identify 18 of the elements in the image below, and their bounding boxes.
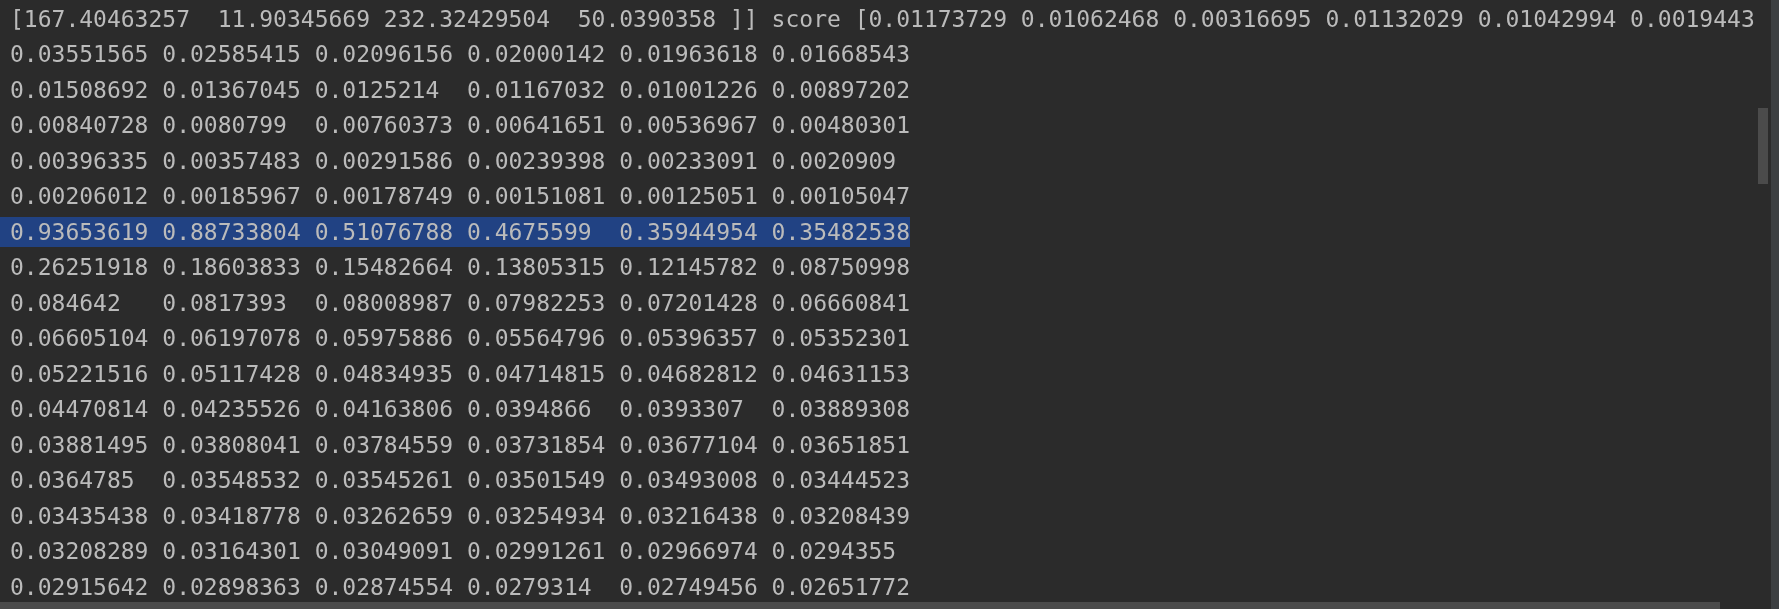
output-line: 0.26251918 0.18603833 0.15482664 0.13805315 0.12145782 0.08750998 (10, 253, 911, 283)
output-line: 0.00206012 0.00185967 0.00178749 0.00151081 0.00125051 0.00105047 (10, 182, 911, 212)
output-line: 0.00396335 0.00357483 0.00291586 0.00239398 0.00233091 0.0020909 (10, 146, 897, 176)
output-line: 0.01508692 0.01367045 0.0125214 0.01167032 0.01001226 0.00897202 (10, 75, 911, 105)
output-line: 0.06605104 0.06197078 0.05975886 0.05564796 0.05396357 0.05352301 (10, 324, 911, 354)
output-line: 0.02915642 0.02898363 0.02874554 0.0279314 0.02749456 0.02651772 (10, 572, 911, 602)
output-line: 0.03208289 0.03164301 0.03049091 0.02991261 0.02966974 0.0294355 (10, 537, 897, 567)
output-line: 0.00840728 0.0080799 0.00760373 0.00641651 0.00536967 0.00480301 (10, 111, 911, 141)
output-line: 0.084642 0.0817393 0.08008987 0.07982253 0.07201428 0.06660841 (10, 288, 911, 318)
output-line: 0.0364785 0.03548532 0.03545261 0.03501549 0.03493008 0.03444523 (10, 466, 911, 496)
output-line: 0.05221516 0.05117428 0.04834935 0.04714815 0.04682812 0.04631153 (10, 359, 911, 389)
output-line: 0.03435438 0.03418778 0.03262659 0.03254934 0.03216438 0.03208439 (10, 501, 911, 531)
output-line: 0.03551565 0.02585415 0.02096156 0.02000142 0.01963618 0.01668543 (10, 40, 911, 70)
vertical-scrollbar-thumb[interactable] (1758, 108, 1768, 184)
output-line: [167.40463257 11.90345669 232.32429504 50.0390358 ]] score [0.01173729 0.01062468 0.00316695 0.01132029 0.01042994 0.0019443 (10, 4, 1755, 34)
horizontal-scrollbar-thumb[interactable] (0, 602, 1720, 609)
output-line: 0.03881495 0.03808041 0.03784559 0.03731854 0.03677104 0.03651851 (10, 430, 911, 460)
output-line: 0.04470814 0.04235526 0.04163806 0.0394866 0.0393307 0.03889308 (10, 395, 911, 425)
